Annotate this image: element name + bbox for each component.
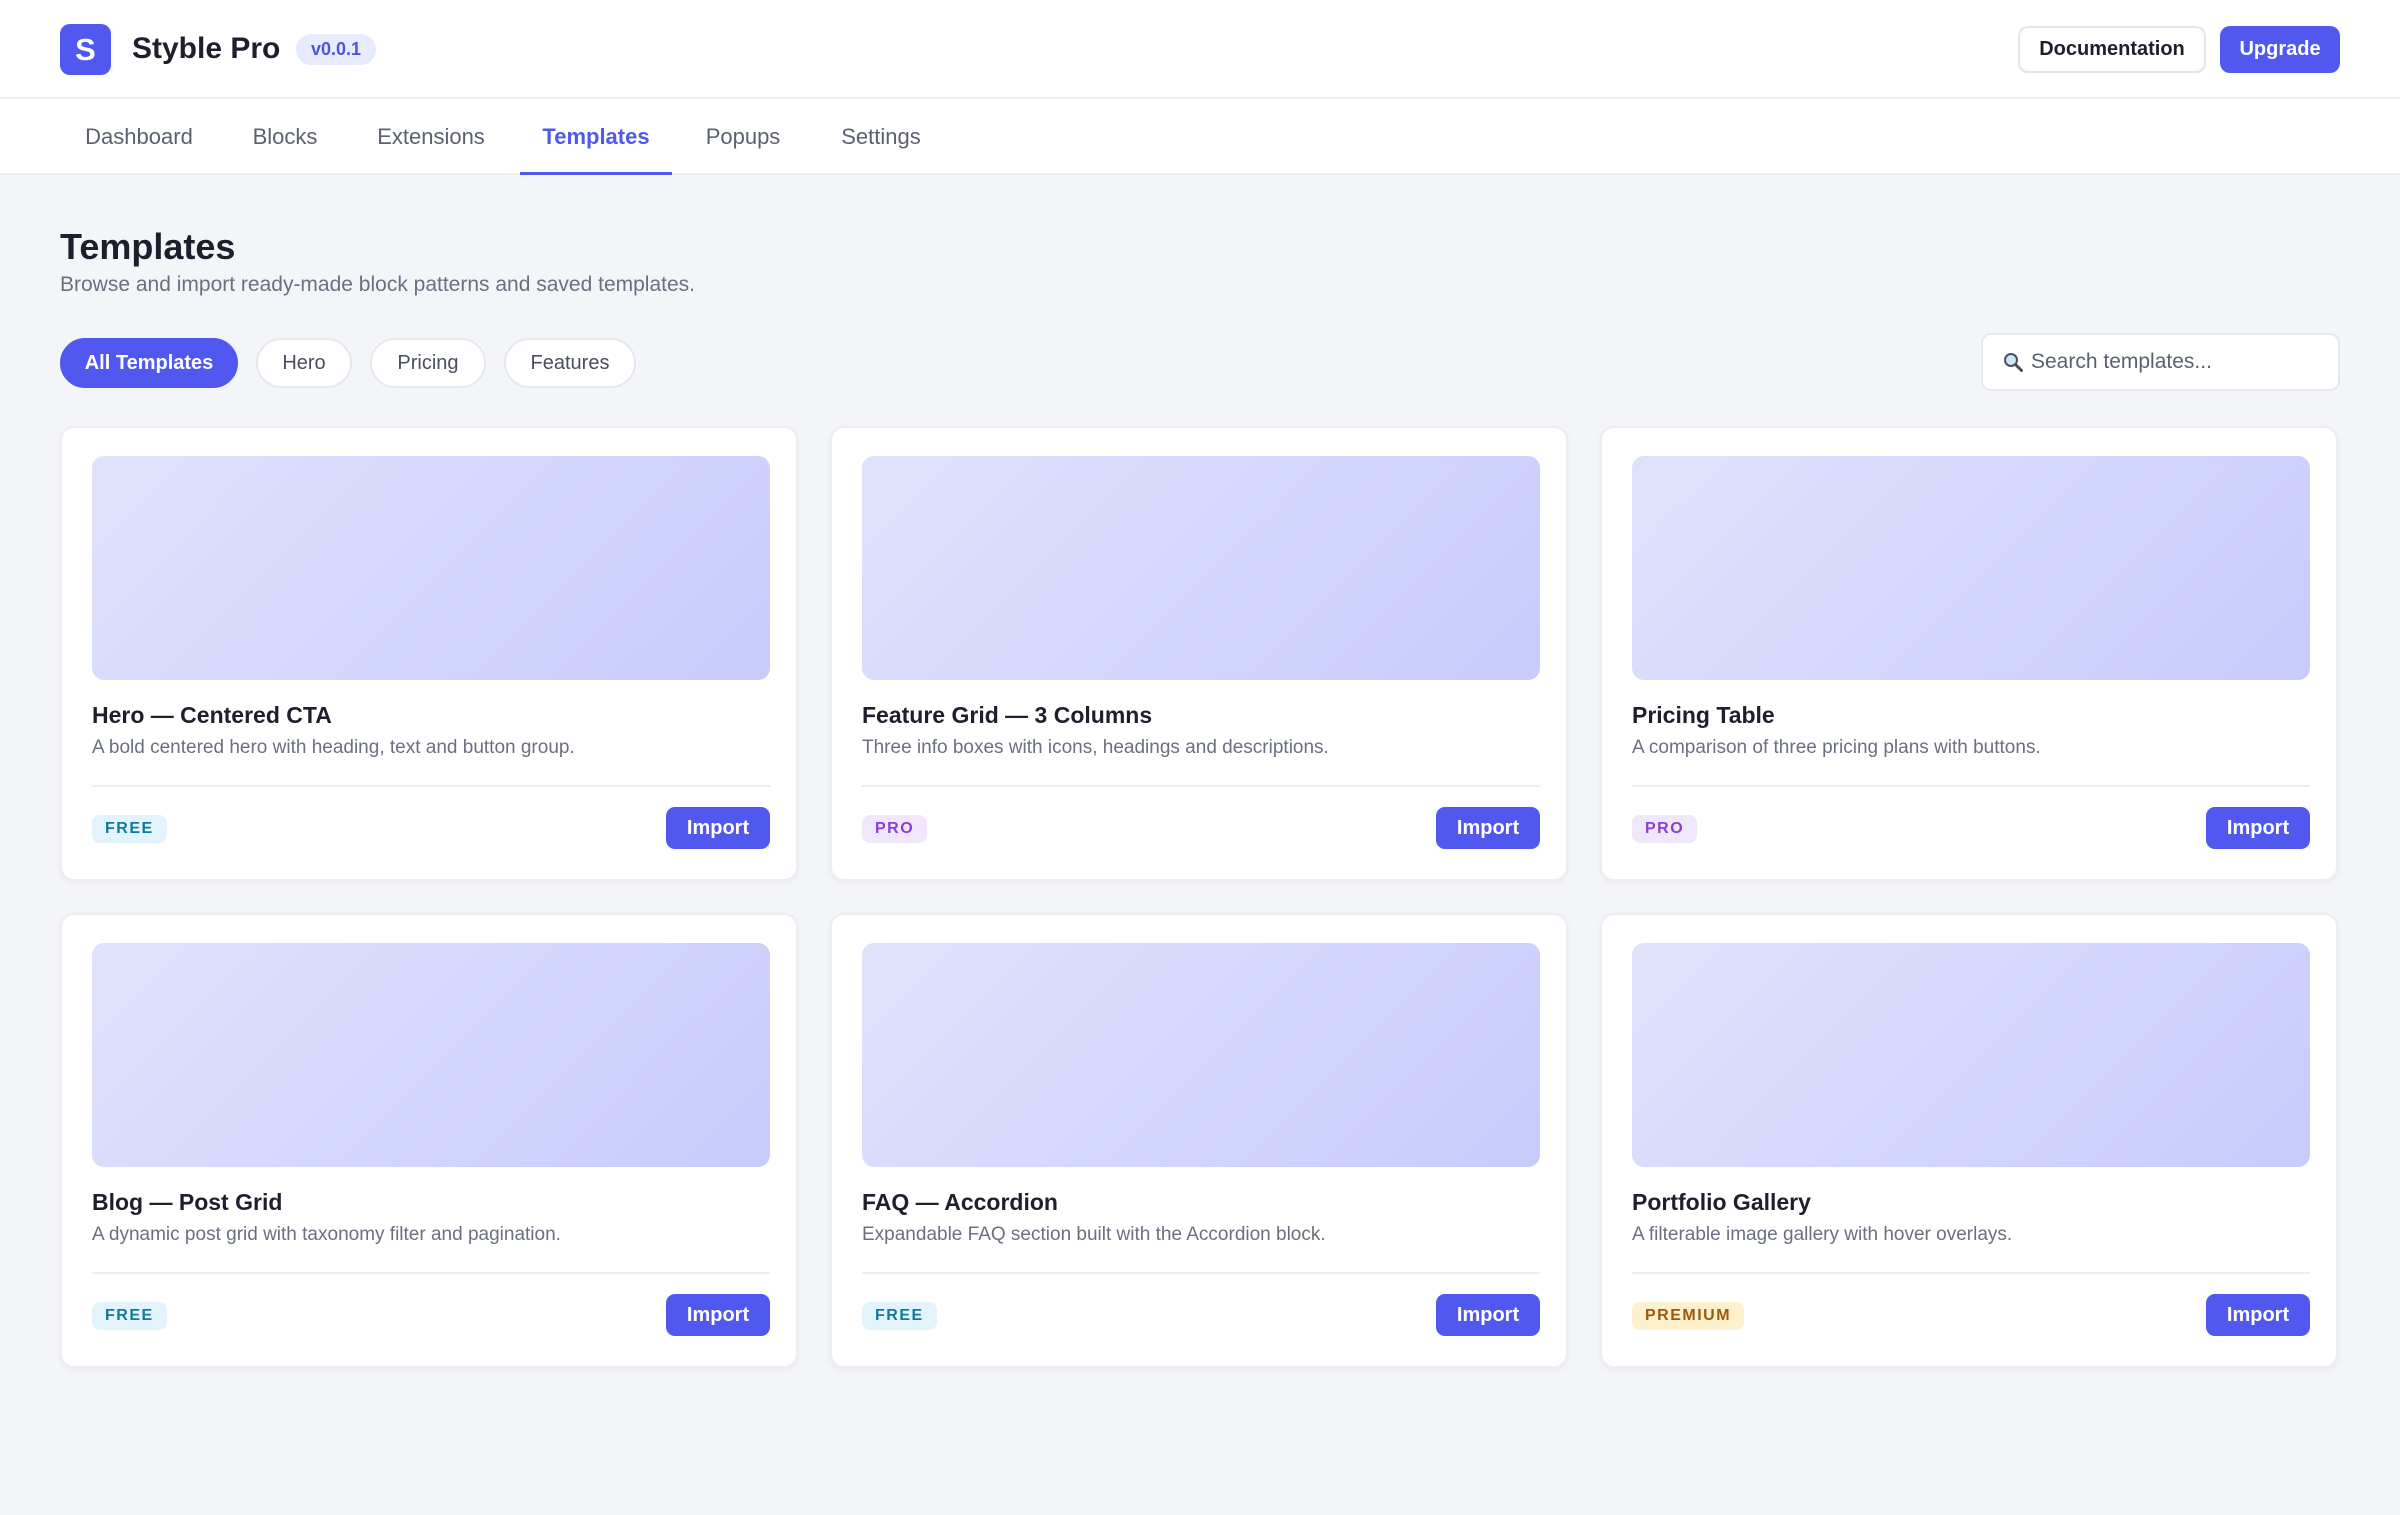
app-logo: S <box>60 24 111 75</box>
import-button[interactable]: Import <box>1436 807 1540 849</box>
page-title: Templates <box>60 226 236 267</box>
import-button[interactable]: Import <box>666 1294 770 1336</box>
magnifier-icon <box>2004 353 2023 372</box>
tier-badge: FREE <box>92 815 167 843</box>
card-divider <box>92 785 770 787</box>
template-description: Three info boxes with icons, headings an… <box>862 737 1329 758</box>
page-subtitle: Browse and import ready-made block patte… <box>60 273 695 296</box>
filter-features[interactable]: Features <box>504 338 636 388</box>
tier-badge: PREMIUM <box>1632 1302 1745 1330</box>
filter-all-templates[interactable]: All Templates <box>60 338 238 388</box>
template-card: FAQ — Accordion Expandable FAQ section b… <box>830 913 1568 1368</box>
documentation-button[interactable]: Documentation <box>2018 26 2206 73</box>
template-title: FAQ — Accordion <box>862 1189 1058 1215</box>
import-button[interactable]: Import <box>1436 1294 1540 1336</box>
template-thumbnail[interactable] <box>862 943 1540 1167</box>
card-divider <box>1632 785 2310 787</box>
import-button[interactable]: Import <box>2206 807 2310 849</box>
card-divider <box>1632 1272 2310 1274</box>
template-thumbnail[interactable] <box>862 456 1540 680</box>
tab-blocks[interactable]: Blocks <box>232 99 338 175</box>
search-input[interactable] <box>2031 335 2331 389</box>
import-button[interactable]: Import <box>2206 1294 2310 1336</box>
template-card: Portfolio Gallery A filterable image gal… <box>1600 913 2338 1368</box>
template-description: A dynamic post grid with taxonomy filter… <box>92 1224 561 1245</box>
template-thumbnail[interactable] <box>92 456 770 680</box>
filter-pricing[interactable]: Pricing <box>370 338 486 388</box>
template-title: Portfolio Gallery <box>1632 1189 1811 1215</box>
search-box[interactable] <box>1981 333 2340 391</box>
tab-dashboard[interactable]: Dashboard <box>60 99 218 175</box>
template-card: Blog — Post Grid A dynamic post grid wit… <box>60 913 798 1368</box>
template-card: Hero — Centered CTA A bold centered hero… <box>60 426 798 881</box>
tier-badge: PRO <box>1632 815 1698 843</box>
template-description: Expandable FAQ section built with the Ac… <box>862 1224 1326 1245</box>
template-thumbnail[interactable] <box>1632 456 2310 680</box>
template-title: Pricing Table <box>1632 702 1775 728</box>
template-title: Blog — Post Grid <box>92 1189 283 1215</box>
template-title: Feature Grid — 3 Columns <box>862 702 1153 728</box>
upgrade-button[interactable]: Upgrade <box>2220 26 2340 73</box>
tab-settings[interactable]: Settings <box>822 99 940 175</box>
import-button[interactable]: Import <box>666 807 770 849</box>
tab-templates[interactable]: Templates <box>520 99 672 175</box>
tier-badge: FREE <box>862 1302 937 1330</box>
filter-hero[interactable]: Hero <box>256 338 352 388</box>
top-header: S Styble Pro v0.0.1 Documentation Upgrad… <box>0 0 2400 99</box>
tab-extensions[interactable]: Extensions <box>352 99 510 175</box>
card-divider <box>862 1272 1540 1274</box>
tab-popups[interactable]: Popups <box>686 99 800 175</box>
main-tabs: Dashboard Blocks Extensions Templates Po… <box>0 99 2400 175</box>
tier-badge: FREE <box>92 1302 167 1330</box>
template-description: A bold centered hero with heading, text … <box>92 737 575 758</box>
template-description: A comparison of three pricing plans with… <box>1632 737 2041 758</box>
template-thumbnail[interactable] <box>1632 943 2310 1167</box>
card-divider <box>862 785 1540 787</box>
version-badge: v0.0.1 <box>296 34 377 65</box>
template-description: A filterable image gallery with hover ov… <box>1632 1224 2013 1245</box>
template-thumbnail[interactable] <box>92 943 770 1167</box>
template-card: Pricing Table A comparison of three pric… <box>1600 426 2338 881</box>
tier-badge: PRO <box>862 815 928 843</box>
template-card: Feature Grid — 3 Columns Three info boxe… <box>830 426 1568 881</box>
app-name: Styble Pro <box>132 32 281 65</box>
template-title: Hero — Centered CTA <box>92 702 332 728</box>
card-divider <box>92 1272 770 1274</box>
